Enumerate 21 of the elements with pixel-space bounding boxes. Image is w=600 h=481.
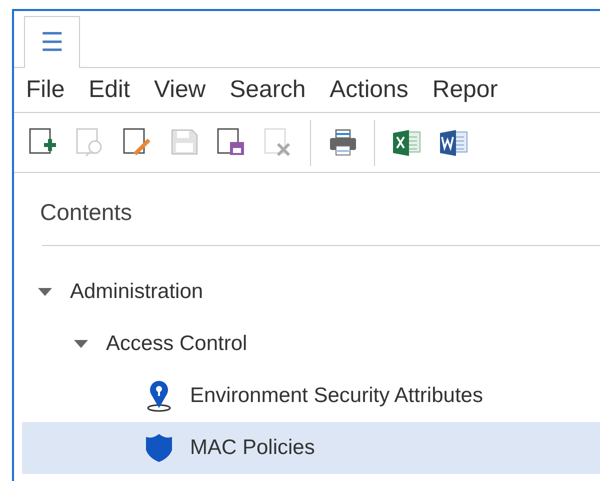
save-as-icon[interactable] [216,127,247,158]
menu-item[interactable]: Actions [330,76,408,104]
word-document-icon[interactable] [438,127,469,158]
menu-item[interactable]: Edit [88,76,130,104]
menu-item[interactable]: File [26,76,65,104]
tree-item[interactable]: MAC Policies [190,436,315,460]
collapse-arrow-icon[interactable] [74,340,88,348]
menu-item[interactable]: View [154,76,206,104]
tree-item[interactable]: Administration [70,280,204,304]
menu-tab[interactable]: ☰ [24,16,80,68]
shield-icon [144,432,174,464]
edit-icon[interactable] [122,127,153,158]
collapse-arrow-icon[interactable] [38,288,52,296]
tree-item[interactable]: Access Control [106,332,248,356]
menu-item[interactable]: Repor [432,76,498,104]
selected-row[interactable]: MAC Policies [22,422,600,474]
panel-title: Contents [39,198,134,227]
tree-item[interactable]: Environment Security Attributes [190,384,483,408]
printer-icon[interactable] [327,127,358,158]
menu-item[interactable]: Search [230,76,306,104]
spreadsheet-icon[interactable] [391,127,422,158]
